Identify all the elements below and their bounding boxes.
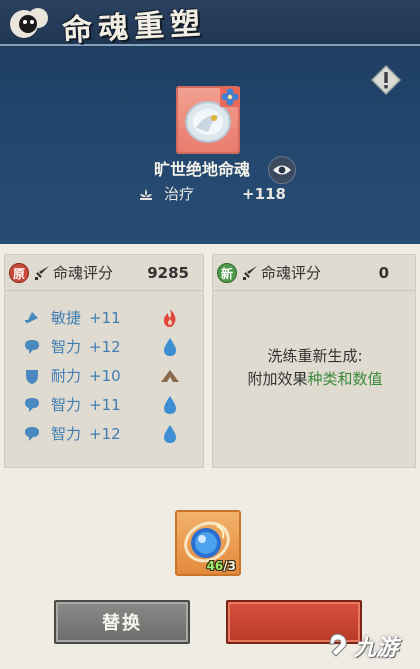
fire-icon: [163, 309, 176, 327]
attribute-value: +11: [89, 309, 121, 327]
attribute-row: 智力 +12: [5, 334, 205, 360]
page-title: 命魂重塑: [61, 6, 208, 49]
preview-button[interactable]: [268, 156, 296, 184]
water-drop-icon: [164, 338, 176, 356]
attribute-name: 耐力: [51, 367, 82, 385]
material-count: 46/3: [207, 559, 236, 573]
refine-material-item[interactable]: 46/3: [175, 510, 241, 576]
new-score-label: 命魂评分: [261, 264, 322, 282]
mountain-icon: [161, 370, 179, 382]
new-stats-panel: 新 命魂评分 0 洗练重新生成: 附加效果种类和数值: [212, 254, 416, 468]
new-tag: 新: [217, 263, 237, 283]
attribute-value: +12: [89, 338, 121, 356]
attribute-name: 智力: [51, 338, 82, 356]
soul-stat-value: +118: [242, 185, 286, 203]
original-panel-header: 原 命魂评分 9285: [5, 255, 203, 291]
attribute-row: 耐力 +10: [5, 363, 205, 389]
attribute-name: 智力: [51, 425, 82, 443]
soul-name: 旷世绝地命魂: [154, 160, 251, 179]
attribute-name: 敏捷: [51, 309, 82, 327]
intellect-icon: [25, 398, 39, 412]
heal-lotus-icon: [140, 189, 152, 200]
sword-icon: [35, 266, 49, 280]
refine-line-2: 附加效果种类和数值: [213, 368, 417, 391]
attribute-value: +11: [89, 396, 121, 414]
soul-stat-label: 治疗: [164, 185, 195, 203]
watermark-text: 九游: [354, 636, 399, 661]
water-drop-icon: [164, 425, 176, 443]
material-count-need: /3: [223, 559, 236, 573]
new-panel-header: 新 命魂评分 0: [213, 255, 415, 291]
material-count-have: 46: [206, 559, 224, 573]
refine-line-2-prefix: 附加效果: [247, 370, 308, 388]
refine-line-1: 洗练重新生成:: [267, 347, 363, 365]
cloud-ornament-icon: [10, 8, 48, 38]
agility-icon: [25, 312, 38, 324]
blue-flower-badge-icon: [220, 87, 240, 107]
refine-description: 洗练重新生成: 附加效果种类和数值: [213, 345, 417, 391]
attribute-row: 敏捷 +11: [5, 305, 205, 331]
info-button[interactable]: [370, 64, 402, 96]
attribute-name: 智力: [51, 396, 82, 414]
attribute-value: +12: [89, 425, 121, 443]
original-tag: 原: [9, 263, 29, 283]
stamina-icon: [26, 370, 38, 384]
new-score-value: 0: [378, 264, 389, 282]
intellect-icon: [25, 427, 39, 441]
water-drop-icon: [164, 396, 176, 414]
title-bar: 命魂重塑: [0, 0, 420, 49]
replace-button[interactable]: 替换: [54, 600, 190, 644]
original-score-value: 9285: [147, 264, 189, 282]
watermark-logo-icon: [329, 633, 347, 657]
intellect-icon: [25, 340, 39, 354]
attribute-row: 智力 +12: [5, 421, 205, 447]
watermark: 九游: [326, 626, 418, 666]
original-stats-panel: 原 命魂评分 9285 敏捷 +11 智力 +12 耐力 +10 智力 +11 …: [4, 254, 204, 468]
attribute-value: +10: [89, 367, 121, 385]
attribute-row: 智力 +11: [5, 392, 205, 418]
refine-line-2-highlight: 种类和数值: [307, 370, 383, 388]
original-score-label: 命魂评分: [53, 264, 114, 282]
exclamation-diamond-icon: [370, 64, 402, 96]
sword-icon: [243, 266, 257, 280]
eye-icon: [273, 165, 291, 175]
